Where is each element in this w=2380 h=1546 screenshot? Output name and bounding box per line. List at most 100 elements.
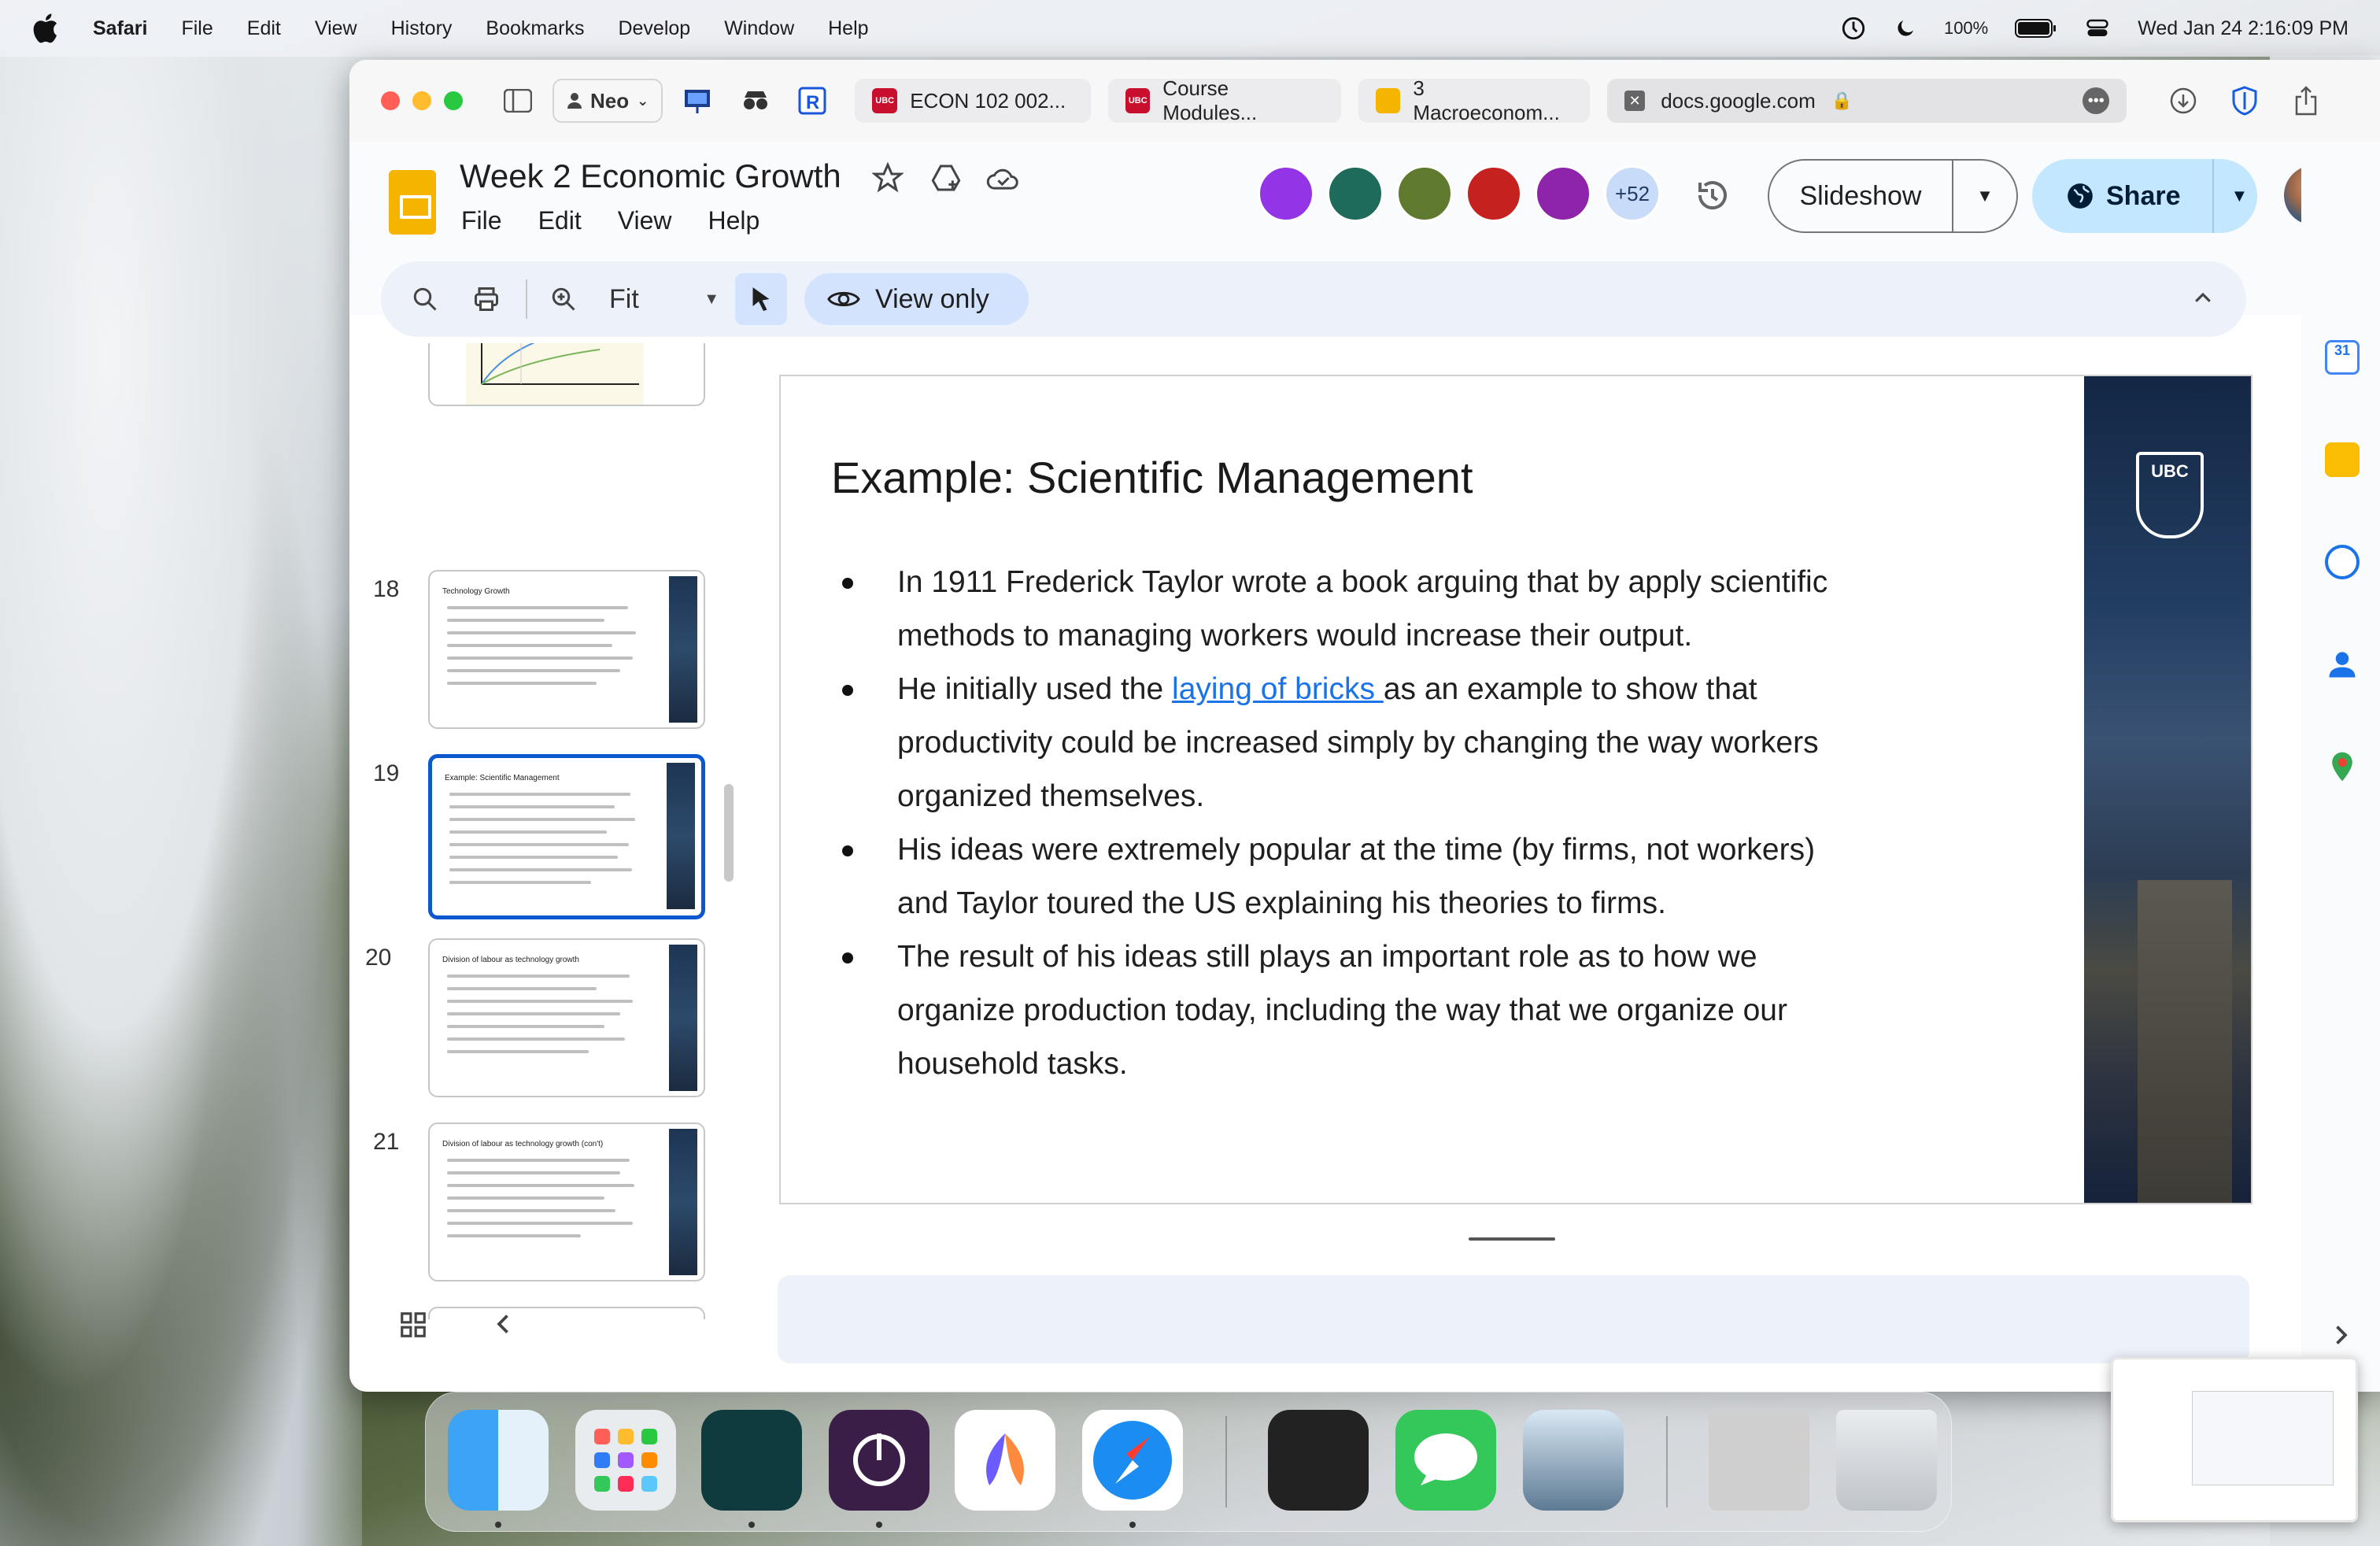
launchpad-app[interactable] xyxy=(575,1410,676,1511)
document-title[interactable]: Week 2 Economic Growth xyxy=(460,157,841,195)
bullet-item: He initially used the laying of bricks a… xyxy=(842,663,1865,823)
apple-icon[interactable] xyxy=(30,11,65,46)
view-only-chip[interactable]: View only xyxy=(804,273,1029,325)
thumbnail-title: Example: Scientific Management xyxy=(445,774,560,782)
avatar[interactable] xyxy=(1465,165,1522,222)
zoom-window-button[interactable] xyxy=(444,91,463,110)
slideshow-button[interactable]: Slideshow ▼ xyxy=(1768,159,2018,233)
menu-bookmarks[interactable]: Bookmarks xyxy=(486,17,584,40)
slide-thumbnail[interactable]: Technology Growth xyxy=(428,570,705,729)
next-arrow-icon[interactable] xyxy=(2326,1321,2355,1349)
avatar[interactable] xyxy=(1327,165,1384,222)
contacts-icon[interactable] xyxy=(2325,647,2360,682)
tab-course-modules[interactable]: UBC Course Modules... xyxy=(1108,76,1342,124)
screenshot-preview-thumbnail[interactable] xyxy=(2111,1357,2358,1522)
thumbnail-line xyxy=(449,881,591,884)
preview-app[interactable] xyxy=(1523,1410,1624,1511)
menu-help[interactable]: Help xyxy=(828,17,868,40)
safari-app[interactable] xyxy=(1082,1410,1183,1511)
tab-docs-google[interactable]: ✕ docs.google.com 🔒 ••• xyxy=(1607,79,2127,123)
moon-icon[interactable] xyxy=(1894,17,1917,40)
finder-app[interactable] xyxy=(448,1410,549,1511)
slide-thumbnail[interactable]: Division of labour as technology growth xyxy=(428,938,705,1097)
version-history-icon[interactable] xyxy=(1694,176,1731,214)
cloud-saved-icon[interactable] xyxy=(985,164,1022,192)
spy-extension-icon[interactable] xyxy=(740,85,771,117)
share-button[interactable]: Share ▼ xyxy=(2032,159,2257,233)
slides-logo-icon[interactable] xyxy=(389,170,436,235)
perplexity-app[interactable] xyxy=(955,1410,1055,1511)
close-tab-icon[interactable]: ✕ xyxy=(1624,91,1646,111)
avatar[interactable] xyxy=(1535,165,1591,222)
address-text[interactable]: docs.google.com xyxy=(1661,89,1816,113)
bullet-text-before-link: He initially used the xyxy=(897,672,1173,706)
keep-icon[interactable] xyxy=(2325,442,2360,477)
downloads-stack[interactable] xyxy=(1709,1410,1809,1511)
menu-file[interactable]: File xyxy=(181,17,213,40)
downloads-icon[interactable] xyxy=(2168,85,2199,117)
star-icon[interactable] xyxy=(872,162,904,194)
menu-history[interactable]: History xyxy=(391,17,453,40)
control-center-icon[interactable] xyxy=(2084,17,2111,40)
tab-econ-102[interactable]: UBC ECON 102 002... xyxy=(855,79,1092,123)
presentation-extension-icon[interactable] xyxy=(682,85,713,117)
thumbnail-line xyxy=(447,1196,604,1200)
slide-thumbnail-selected[interactable]: Example: Scientific Management xyxy=(428,754,705,919)
screen-time-icon[interactable] xyxy=(1840,15,1867,42)
more-collaborators-badge[interactable]: +52 xyxy=(1604,165,1661,222)
more-icon[interactable]: ••• xyxy=(2082,87,2110,114)
sidebar-toggle-icon[interactable] xyxy=(502,85,534,117)
docs-menu-file[interactable]: File xyxy=(461,206,502,235)
move-to-drive-icon[interactable] xyxy=(929,162,963,194)
menu-app-safari[interactable]: Safari xyxy=(93,17,147,40)
thumbnail-line xyxy=(447,631,636,634)
menu-edit[interactable]: Edit xyxy=(247,17,281,40)
messages-app[interactable] xyxy=(1395,1410,1496,1511)
maps-icon[interactable] xyxy=(2325,749,2360,784)
clock[interactable]: Wed Jan 24 2:16:09 PM xyxy=(2138,17,2349,40)
tasks-icon[interactable] xyxy=(2325,545,2360,579)
docs-menu-help[interactable]: Help xyxy=(708,206,759,235)
laying-of-bricks-link[interactable]: laying of bricks xyxy=(1172,672,1384,706)
chatgpt-app[interactable] xyxy=(1268,1410,1369,1511)
menu-view[interactable]: View xyxy=(315,17,357,40)
bitwarden-shield-icon[interactable] xyxy=(2229,85,2260,117)
campus-photo: UBC xyxy=(2084,376,2251,1203)
zoom-select[interactable]: Fit ▼ xyxy=(609,284,719,315)
minimize-window-button[interactable] xyxy=(412,91,431,110)
share-dropdown-icon[interactable]: ▼ xyxy=(2212,159,2248,233)
collapse-filmstrip-icon[interactable] xyxy=(490,1310,518,1338)
search-icon[interactable] xyxy=(403,277,447,321)
dock-separator xyxy=(1666,1416,1668,1507)
close-window-button[interactable] xyxy=(381,91,400,110)
calendar-icon[interactable]: 31 xyxy=(2325,340,2360,375)
collapse-toolbar-icon[interactable] xyxy=(2191,287,2215,310)
thumbnail-line xyxy=(447,644,612,647)
tab-macroeconomics[interactable]: 3 Macroeconom... xyxy=(1358,76,1591,124)
grid-view-icon[interactable] xyxy=(398,1310,428,1340)
avatar[interactable] xyxy=(1258,165,1314,222)
docs-menu-view[interactable]: View xyxy=(618,206,672,235)
share-page-icon[interactable] xyxy=(2290,85,2322,117)
mosaic-app[interactable] xyxy=(701,1410,802,1511)
thumbnail-line xyxy=(447,1234,581,1237)
filmstrip-scrollbar[interactable] xyxy=(724,784,734,882)
trash-icon[interactable] xyxy=(1836,1410,1937,1511)
print-icon[interactable] xyxy=(464,277,508,321)
battery-icon[interactable] xyxy=(2015,18,2057,39)
power-app[interactable] xyxy=(829,1410,929,1511)
slideshow-dropdown-icon[interactable]: ▼ xyxy=(1953,186,2016,206)
menu-window[interactable]: Window xyxy=(724,17,794,40)
speaker-notes-area[interactable] xyxy=(778,1275,2249,1363)
speaker-notes-resize-handle[interactable] xyxy=(1469,1237,1555,1241)
slide-thumbnail[interactable] xyxy=(428,1307,705,1319)
zoom-icon[interactable] xyxy=(541,277,586,321)
slide-thumbnail[interactable]: Division of labour as technology growth … xyxy=(428,1123,705,1282)
r-extension-icon[interactable]: R xyxy=(796,85,828,117)
profile-switcher[interactable]: Neo ⌄ xyxy=(552,79,663,123)
slide-thumbnail[interactable] xyxy=(428,343,705,406)
avatar[interactable] xyxy=(1396,165,1453,222)
docs-menu-edit[interactable]: Edit xyxy=(538,206,582,235)
menu-develop[interactable]: Develop xyxy=(618,17,690,40)
select-tool-button[interactable] xyxy=(735,273,787,325)
